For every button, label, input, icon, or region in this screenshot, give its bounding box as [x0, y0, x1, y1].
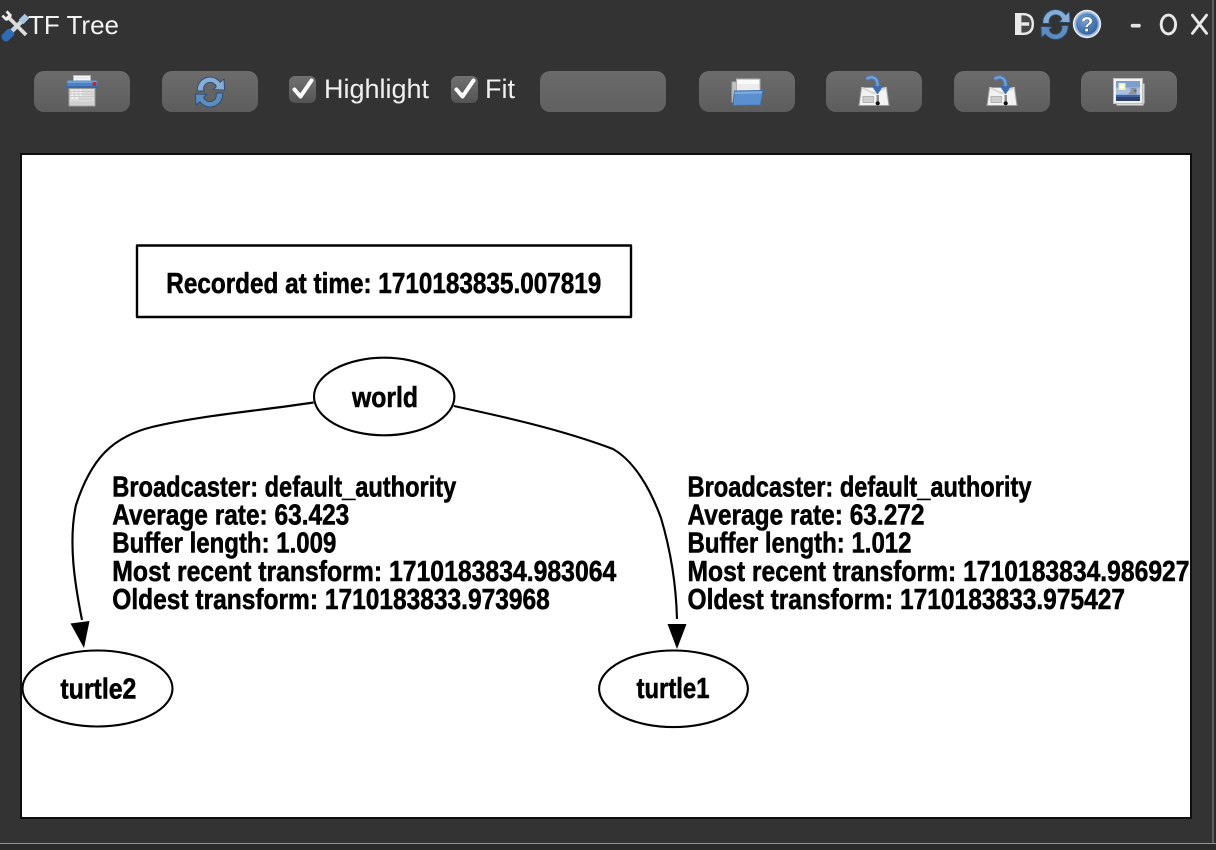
svg-text:Oldest transform: 1710183833.9: Oldest transform: 1710183833.975427 [688, 584, 1126, 616]
svg-text:Oldest transform: 1710183833.9: Oldest transform: 1710183833.973968 [112, 584, 550, 616]
svg-text:turtle1: turtle1 [637, 673, 710, 705]
svg-text:turtle2: turtle2 [60, 674, 136, 706]
svg-text:world: world [351, 382, 418, 414]
svg-text:Recorded at time: 1710183835.0: Recorded at time: 1710183835.007819 [166, 268, 601, 300]
svg-text:?: ? [1081, 14, 1094, 37]
